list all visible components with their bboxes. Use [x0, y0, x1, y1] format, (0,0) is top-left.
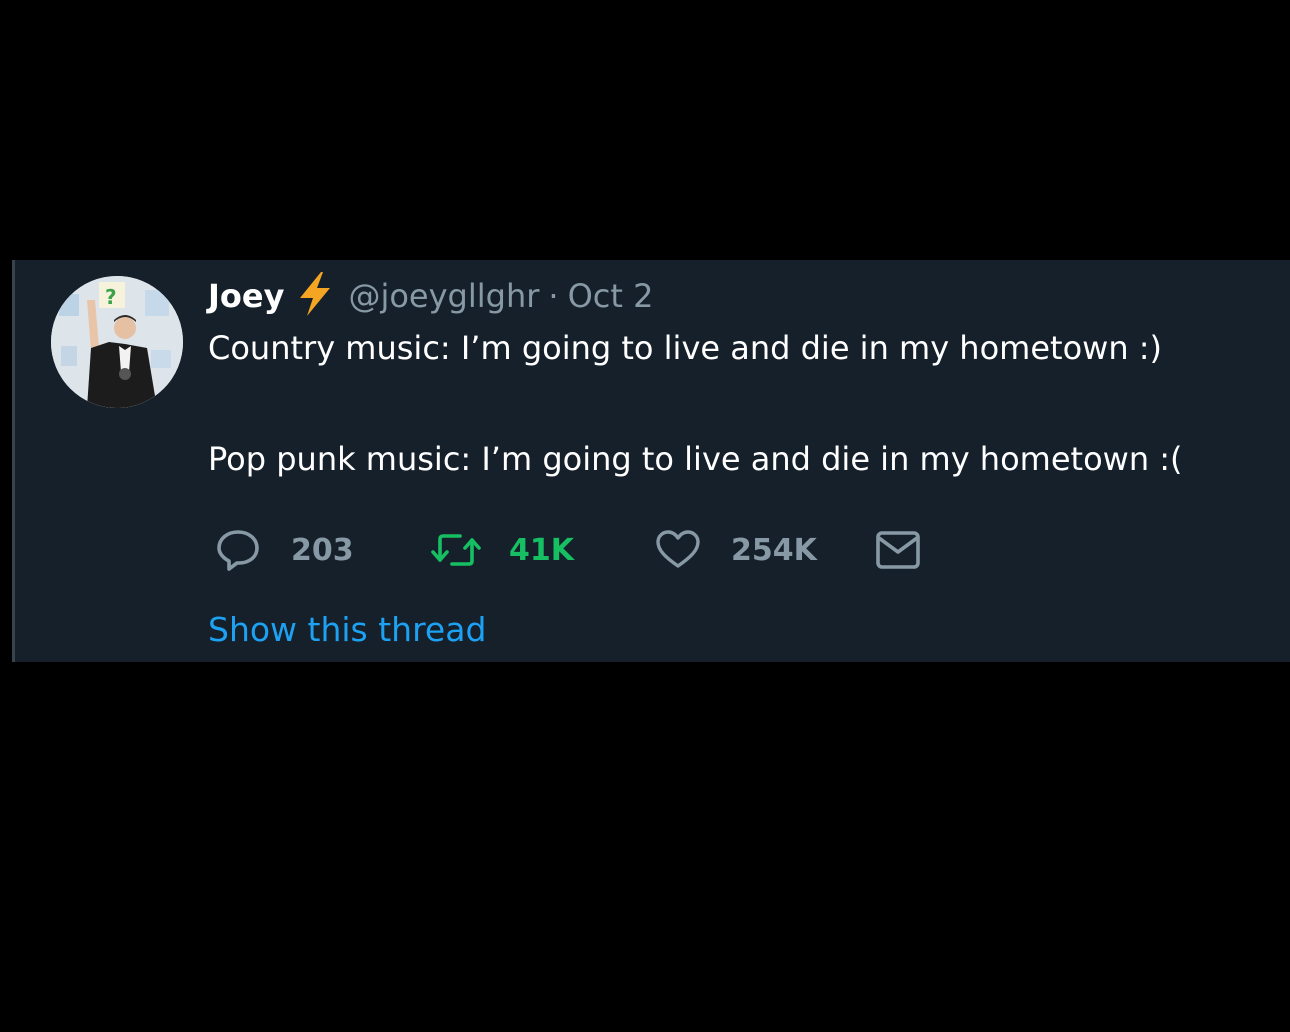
high-voltage-icon	[296, 271, 334, 321]
svg-text:?: ?	[105, 285, 117, 309]
tweet-text-line-2: Pop punk music: I’m going to live and di…	[208, 440, 1183, 478]
tweet-text-line-1: Country music: I’m going to live and die…	[208, 329, 1163, 367]
show-thread-link[interactable]: Show this thread	[208, 610, 486, 649]
meta-separator: ·	[548, 277, 559, 315]
speech-bubble-icon	[215, 528, 261, 572]
tweet-card[interactable]: ? Joey @joeygllghr · Oct 2 Country music…	[12, 260, 1290, 662]
like-button[interactable]: 254K	[655, 530, 875, 570]
tweet-header: Joey @joeygllghr · Oct 2	[208, 271, 654, 321]
avatar-image: ?	[51, 276, 183, 408]
action-bar: 203 41K 254K	[215, 526, 921, 574]
like-count: 254K	[731, 532, 817, 568]
reply-button[interactable]: 203	[215, 528, 429, 572]
tweet-date[interactable]: Oct 2	[568, 277, 654, 315]
retweet-icon	[429, 530, 483, 570]
heart-icon	[655, 530, 701, 570]
retweet-count: 41K	[509, 532, 574, 568]
reply-count: 203	[291, 532, 354, 568]
avatar[interactable]: ?	[51, 276, 183, 408]
retweet-button[interactable]: 41K	[429, 530, 655, 570]
envelope-icon	[875, 530, 921, 570]
author-handle[interactable]: @joeygllghr	[348, 277, 539, 315]
author-name[interactable]: Joey	[208, 277, 284, 315]
direct-message-button[interactable]	[875, 530, 921, 570]
